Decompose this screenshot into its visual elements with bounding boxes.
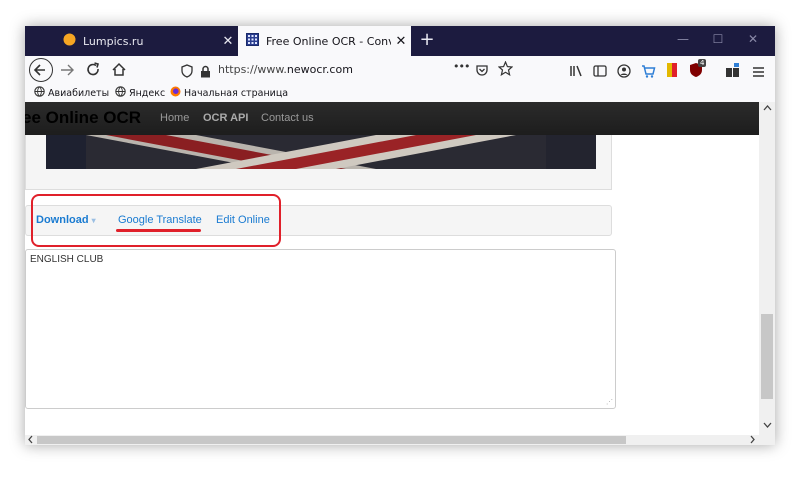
highlight-underline	[116, 229, 201, 232]
nav-ocr-api-link[interactable]: OCR API	[203, 112, 248, 124]
scroll-up-icon[interactable]	[763, 104, 772, 114]
page-content: ee Online OCR Home OCR API Contact us Do…	[25, 102, 759, 435]
bookmarks-bar: Авиабилеты Яндекс Начальная страница	[25, 84, 775, 103]
navigation-toolbar: https://www.newocr.com ••• 4	[25, 56, 775, 84]
horizontal-scroll-thumb[interactable]	[37, 436, 626, 444]
back-button[interactable]	[29, 58, 53, 82]
bookmark-label: Яндекс	[129, 87, 166, 99]
lumpics-favicon-icon	[63, 33, 76, 49]
image-preview-panel	[25, 135, 612, 190]
uploaded-image	[46, 135, 596, 169]
extensions-icon[interactable]	[725, 62, 741, 82]
bookmark-yandex[interactable]: Яндекс	[115, 86, 165, 100]
globe-icon	[34, 86, 45, 100]
home-button[interactable]	[109, 60, 129, 80]
lock-icon[interactable]	[200, 63, 211, 82]
resize-grip-icon[interactable]: ⋰	[606, 398, 613, 406]
union-jack-image	[46, 135, 596, 169]
account-icon[interactable]	[617, 63, 631, 82]
back-arrow-icon	[33, 64, 45, 76]
bookmark-aviabilety[interactable]: Авиабилеты	[34, 86, 109, 100]
reload-icon	[87, 62, 99, 76]
bookmark-star-icon[interactable]	[497, 60, 514, 80]
minimize-button[interactable]: —	[673, 32, 693, 46]
maximize-button[interactable]: ☐	[708, 32, 728, 46]
shopping-cart-icon[interactable]	[641, 63, 656, 82]
newocr-favicon-icon	[246, 33, 259, 49]
bookmark-flag-icon[interactable]	[666, 62, 678, 82]
library-icon[interactable]	[569, 63, 583, 82]
bookmark-label: Начальная страница	[184, 87, 289, 99]
tab-close-icon[interactable]: ✕	[218, 34, 238, 49]
url-prefix: https://www.	[218, 63, 287, 76]
browser-window: Lumpics.ru ✕ Free Online OCR - Convert J…	[25, 26, 775, 445]
close-window-button[interactable]: ✕	[743, 32, 763, 46]
pocket-icon[interactable]	[475, 62, 489, 81]
ublock-icon[interactable]: 4	[689, 59, 707, 83]
scroll-right-icon[interactable]	[749, 435, 756, 445]
bookmark-label: Авиабилеты	[48, 87, 110, 99]
sidebar-icon[interactable]	[593, 63, 607, 82]
tab-close-icon[interactable]: ✕	[391, 34, 411, 49]
vertical-scroll-thumb[interactable]	[761, 314, 773, 399]
ocr-result-text: ENGLISH CLUB	[30, 254, 104, 265]
nav-home-link[interactable]: Home	[160, 112, 189, 124]
site-brand[interactable]: ee Online OCR	[25, 108, 141, 128]
scroll-left-icon[interactable]	[27, 435, 34, 445]
tab-title: Free Online OCR - Convert JPEG	[266, 34, 391, 48]
address-bar[interactable]: https://www.newocr.com •••	[173, 58, 521, 82]
page-actions-icon[interactable]: •••	[453, 60, 470, 73]
forward-arrow-icon	[61, 64, 74, 76]
tab-newocr[interactable]: Free Online OCR - Convert JPEG ✕	[238, 26, 411, 56]
menu-icon[interactable]	[752, 63, 765, 82]
horizontal-scrollbar[interactable]	[25, 435, 759, 445]
new-tab-button[interactable]: +	[417, 29, 437, 50]
nav-contact-link[interactable]: Contact us	[261, 112, 314, 124]
tracking-protection-icon[interactable]	[181, 63, 193, 82]
url-text[interactable]: https://www.newocr.com	[218, 63, 353, 76]
firefox-icon	[170, 86, 181, 100]
forward-button[interactable]	[57, 60, 77, 80]
ublock-badge: 4	[698, 59, 707, 67]
scroll-down-icon[interactable]	[763, 422, 772, 432]
tab-lumpics[interactable]: Lumpics.ru ✕	[55, 26, 238, 56]
bookmark-start-page[interactable]: Начальная страница	[170, 86, 288, 100]
url-domain: newocr.com	[286, 63, 353, 76]
reload-button[interactable]	[83, 60, 103, 80]
tab-strip: Lumpics.ru ✕ Free Online OCR - Convert J…	[25, 26, 775, 56]
tab-title: Lumpics.ru	[83, 34, 144, 48]
vertical-scrollbar[interactable]	[759, 102, 775, 445]
highlight-frame	[31, 194, 281, 247]
globe-icon	[115, 86, 126, 100]
ocr-result-textarea[interactable]: ENGLISH CLUB ⋰	[25, 249, 616, 409]
site-navbar: ee Online OCR Home OCR API Contact us	[25, 102, 759, 135]
home-icon	[112, 62, 126, 76]
